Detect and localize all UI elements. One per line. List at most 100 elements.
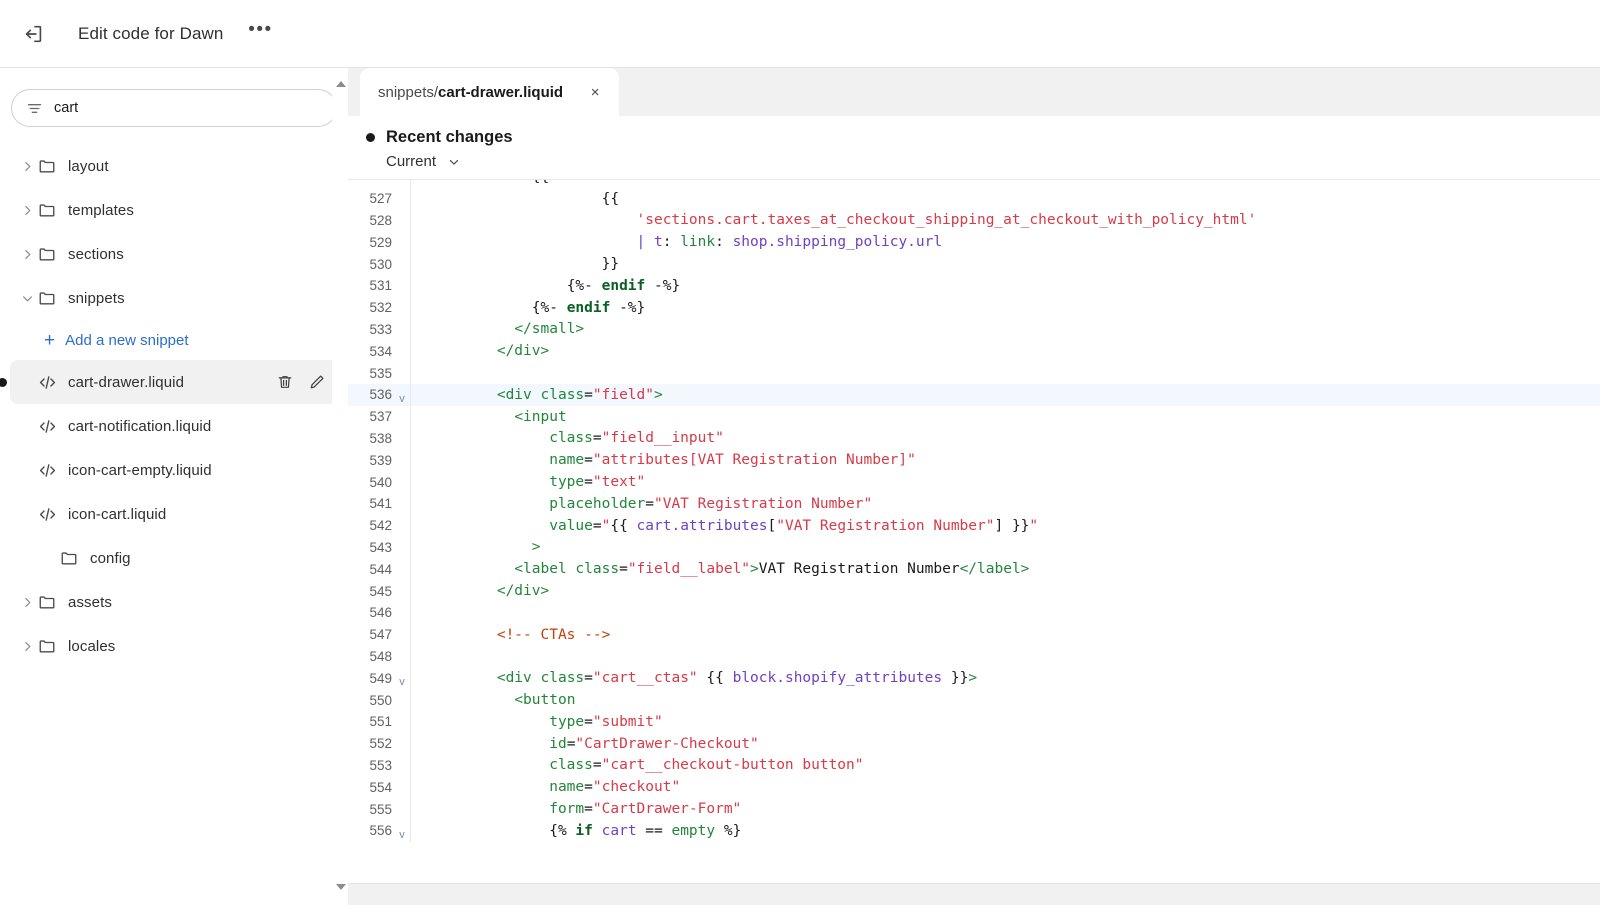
tree-item-label: snippets (68, 289, 125, 307)
code-line-539[interactable]: 539 name="attributes[VAT Registration Nu… (348, 449, 1600, 472)
code-line-552[interactable]: 552 id="CartDrawer-Checkout" (348, 732, 1600, 755)
line-number: 546 (369, 605, 392, 621)
code-line-530[interactable]: 530 }} (348, 253, 1600, 275)
gutter-divider (410, 732, 411, 755)
close-icon[interactable]: × (585, 82, 605, 102)
scroll-up-arrow[interactable] (333, 76, 348, 92)
fold-toggle-icon[interactable]: v (394, 393, 410, 405)
gutter-divider (410, 296, 411, 319)
sidebar-scrollbar[interactable] (332, 68, 348, 905)
more-actions-button[interactable]: ••• (245, 20, 275, 48)
code-line-529[interactable]: 529 | t: link: shop.shipping_policy.url (348, 231, 1600, 254)
code-text: {%- endif -%} (566, 277, 681, 294)
code-line-556[interactable]: 556 v {% if cart == empty %} (348, 819, 1600, 842)
chevron-right-icon[interactable] (16, 160, 38, 173)
chevron-right-icon[interactable] (16, 204, 38, 217)
line-number: 542 (369, 518, 392, 534)
tree-folder-templates[interactable]: templates (10, 188, 338, 232)
chevron-right-icon[interactable] (16, 596, 38, 609)
editor-tab-cart-drawer[interactable]: snippets/ cart-drawer.liquid × (360, 68, 620, 116)
code-line-528[interactable]: 528 'sections.cart.taxes_at_checkout_shi… (348, 209, 1600, 232)
app-body: cart layout templates sections snippets + Add… (0, 68, 1600, 905)
gutter-divider (410, 776, 411, 799)
code-line-partial: {{ (348, 180, 1600, 188)
code-line-544[interactable]: 544 <label class="field__label">VAT Regi… (348, 558, 1600, 581)
tree-file-icon-cart-liquid[interactable]: icon-cart.liquid (10, 492, 338, 536)
code-text: </small> (514, 321, 585, 338)
code-line-527[interactable]: 527 {{ (348, 187, 1600, 210)
gutter-divider (410, 645, 411, 668)
file-explorer-sidebar: cart layout templates sections snippets + Add… (0, 68, 348, 905)
folder-icon (38, 201, 64, 219)
editor-bottom-strip (348, 883, 1600, 905)
filter-icon (26, 100, 43, 117)
trash-icon[interactable] (276, 373, 294, 391)
code-line-531[interactable]: 531 {%- endif -%} (348, 274, 1600, 297)
code-line-554[interactable]: 554 name="checkout" (348, 776, 1600, 799)
tree-item-label: icon-cart.liquid (68, 505, 167, 523)
code-line-533[interactable]: 533 </small> (348, 318, 1600, 341)
gutter-divider (410, 819, 411, 842)
code-line-542[interactable]: 542 value="{{ cart.attributes["VAT Regis… (348, 514, 1600, 537)
search-input[interactable]: cart (11, 89, 337, 127)
tree-folder-locales[interactable]: locales (10, 624, 338, 668)
code-line-545[interactable]: 545 </div> (348, 580, 1600, 602)
code-line-550[interactable]: 550 <button (348, 689, 1600, 711)
code-line-534[interactable]: 534 </div> (348, 340, 1600, 363)
modified-dot-icon (0, 377, 7, 387)
code-text: </div> (496, 583, 550, 600)
code-line-551[interactable]: 551 type="submit" (348, 710, 1600, 733)
gutter-divider (410, 187, 411, 210)
code-line-543[interactable]: 543 > (348, 536, 1600, 559)
tree-folder-sections[interactable]: sections (10, 232, 338, 276)
code-line-541[interactable]: 541 placeholder="VAT Registration Number… (348, 492, 1600, 515)
version-select[interactable]: Current (386, 153, 461, 170)
code-line-548[interactable]: 548 (348, 645, 1600, 668)
tree-file-icon-cart-empty-liquid[interactable]: icon-cart-empty.liquid (10, 448, 338, 492)
chevron-right-icon[interactable] (16, 640, 38, 653)
line-number: 538 (369, 430, 392, 446)
tree-file-cart-notification-liquid[interactable]: cart-notification.liquid (10, 404, 338, 448)
code-file-icon (38, 505, 64, 524)
line-number: 556 (369, 823, 392, 839)
code-text: class="cart__checkout-button button" (549, 757, 864, 774)
line-number: 550 (369, 692, 392, 708)
code-line-537[interactable]: 537 <input (348, 405, 1600, 428)
tree-file-cart-drawer-liquid[interactable]: cart-drawer.liquid (0, 360, 338, 404)
chevron-right-icon[interactable] (16, 248, 38, 261)
code-line-549[interactable]: 549 v <div class="cart__ctas" {{ block.sh… (348, 667, 1600, 690)
code-line-547[interactable]: 547 <!-- CTAs --> (348, 623, 1600, 646)
code-text: <button (514, 692, 576, 709)
folder-icon (38, 593, 64, 611)
tree-folder-config[interactable]: config (10, 536, 338, 580)
tree-folder-snippets[interactable]: snippets (10, 276, 338, 320)
gutter-divider (410, 754, 411, 777)
exit-icon[interactable] (18, 18, 50, 50)
gutter-divider (410, 558, 411, 581)
folder-icon (38, 157, 64, 175)
line-number: 537 (369, 409, 392, 425)
plus-icon: + (44, 329, 56, 351)
tree-folder-layout[interactable]: layout (10, 144, 338, 188)
code-editor[interactable]: {{527 {{528 'sections.cart.taxes_at_chec… (348, 179, 1600, 883)
folder-icon (60, 549, 86, 567)
add-new-snippet-button[interactable]: + Add a new snippet (10, 320, 338, 360)
code-line-535[interactable]: 535 (348, 362, 1600, 384)
fold-toggle-icon[interactable]: v (394, 676, 410, 688)
code-line-540[interactable]: 540 type="text" (348, 471, 1600, 493)
fold-toggle-icon[interactable]: v (394, 829, 410, 841)
code-line-538[interactable]: 538 class="field__input" (348, 427, 1600, 450)
gutter-divider (410, 580, 411, 602)
code-line-555[interactable]: 555 form="CartDrawer-Form" (348, 798, 1600, 820)
code-line-532[interactable]: 532 {%- endif -%} (348, 296, 1600, 319)
scroll-down-arrow[interactable] (333, 879, 348, 895)
line-number: 532 (369, 300, 392, 316)
code-text: placeholder="VAT Registration Number" (549, 495, 873, 512)
pencil-icon[interactable] (308, 373, 326, 391)
chevron-down-icon[interactable] (16, 292, 38, 305)
tree-folder-assets[interactable]: assets (10, 580, 338, 624)
code-line-536[interactable]: 536 v <div class="field"> (348, 383, 1600, 406)
code-line-553[interactable]: 553 class="cart__checkout-button button" (348, 754, 1600, 777)
code-line-546[interactable]: 546 (348, 601, 1600, 624)
gutter-divider (410, 274, 411, 297)
